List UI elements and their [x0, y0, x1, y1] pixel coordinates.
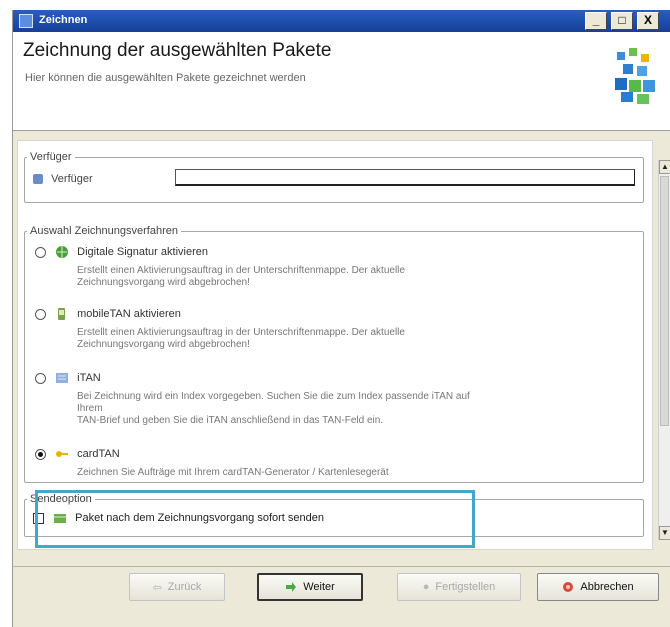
description-line: Zeichnungsvorgang wird abgebrochen! [77, 277, 250, 288]
description-line: Erstellt einen Aktivierungsauftrag in de… [77, 327, 405, 338]
package-send-icon [54, 514, 67, 523]
description-line: Zeichnungsvorgang wird abgebrochen! [77, 339, 250, 350]
option-label: mobileTAN aktivieren [77, 308, 181, 320]
option-label: cardTAN [77, 448, 120, 460]
option-digitale-signatur[interactable]: Digitale Signatur aktivieren [35, 245, 208, 259]
verfuger-field-label: Verfüger [51, 173, 93, 186]
description-line: Ihrem [77, 403, 103, 414]
back-button-label: Zurück [167, 581, 202, 593]
scroll-up-icon[interactable]: ▲ [659, 160, 670, 174]
next-button[interactable]: Weiter [257, 573, 363, 601]
option-label: Digitale Signatur aktivieren [77, 246, 208, 258]
vertical-scrollbar[interactable]: ▲ ▼ [658, 160, 670, 540]
app-icon [19, 14, 33, 28]
page-title: Zeichnung der ausgewählten Pakete [23, 40, 332, 61]
description-line: TAN-Brief und geben Sie die iTAN anschli… [77, 415, 384, 426]
cancel-button-label: Abbrechen [580, 581, 634, 593]
radio-digitale-signatur[interactable] [35, 246, 46, 258]
footer-separator [13, 566, 670, 567]
arrow-left-icon: ⇦ [152, 581, 162, 594]
arrow-right-icon [286, 582, 297, 592]
tan-letter-icon [56, 373, 69, 383]
radio-mobiletan[interactable] [35, 308, 46, 320]
minimize-button[interactable]: _ [585, 12, 607, 30]
close-button[interactable]: X [637, 12, 659, 30]
option-mobiletan[interactable]: mobileTAN aktivieren [35, 307, 181, 321]
option-itan[interactable]: iTAN [35, 371, 101, 385]
verfuger-group: Verfüger Verfüger [24, 151, 644, 203]
user-icon [33, 174, 43, 185]
radio-itan[interactable] [35, 372, 46, 384]
finish-icon: ● [422, 581, 430, 593]
sendeoption-group: Sendeoption Paket nach dem Zeichnungsvor… [24, 493, 644, 537]
option-cardtan[interactable]: cardTAN [35, 447, 120, 461]
cancel-button[interactable]: Abbrechen [537, 573, 659, 601]
auswahl-group: Auswahl Zeichnungsverfahren Digitale Sig… [24, 225, 644, 483]
content-panel: Verfüger Verfüger Auswahl Zeichnungsverf… [17, 140, 653, 550]
scroll-thumb[interactable] [660, 176, 669, 426]
next-button-label: Weiter [303, 581, 335, 593]
radio-cardtan[interactable] [35, 448, 46, 460]
send-immediately-checkbox[interactable] [33, 512, 44, 524]
verfuger-legend: Verfüger [30, 151, 72, 163]
verfuger-input[interactable] [175, 169, 635, 186]
option-description: Zeichnen Sie Aufträge mit Ihrem cardTAN-… [77, 467, 389, 479]
scroll-down-icon[interactable]: ▼ [659, 526, 670, 540]
title-bar: Zeichnen _ □ X [13, 10, 670, 32]
wizard-header: Zeichnung der ausgewählten Pakete Hier k… [13, 32, 670, 131]
finish-button[interactable]: ● Fertigstellen [397, 573, 521, 601]
description-line: Zeichnen Sie Aufträge mit Ihrem cardTAN-… [77, 467, 389, 478]
finish-button-label: Fertigstellen [435, 581, 496, 593]
maximize-button[interactable]: □ [611, 12, 633, 30]
auswahl-legend: Auswahl Zeichnungsverfahren [30, 225, 178, 237]
key-icon [56, 451, 69, 457]
verfuger-row: Verfüger [33, 173, 93, 185]
send-immediately-label: Paket nach dem Zeichnungsvorgang sofort … [75, 512, 325, 524]
cubes-logo-icon [615, 48, 655, 104]
globe-signature-icon [56, 246, 69, 258]
mobile-phone-icon [58, 308, 66, 320]
option-description: Erstellt einen Aktivierungsauftrag in de… [77, 327, 405, 351]
cancel-icon [563, 582, 574, 592]
page-subtitle: Hier können die ausgewählten Pakete geze… [25, 72, 306, 84]
sendeoption-legend: Sendeoption [30, 493, 92, 505]
send-immediately-option[interactable]: Paket nach dem Zeichnungsvorgang sofort … [33, 511, 324, 525]
description-line: Erstellt einen Aktivierungsauftrag in de… [77, 265, 405, 276]
option-label: iTAN [77, 372, 101, 384]
description-line: Bei Zeichnung wird ein Index vorgegeben.… [77, 391, 470, 402]
dialog-window: Zeichnen _ □ X Zeichnung der ausgewählte… [12, 10, 670, 627]
option-description: Erstellt einen Aktivierungsauftrag in de… [77, 265, 405, 289]
option-description: Bei Zeichnung wird ein Index vorgegeben.… [77, 391, 470, 427]
back-button[interactable]: ⇦ Zurück [129, 573, 225, 601]
window-title: Zeichnen [39, 14, 88, 26]
